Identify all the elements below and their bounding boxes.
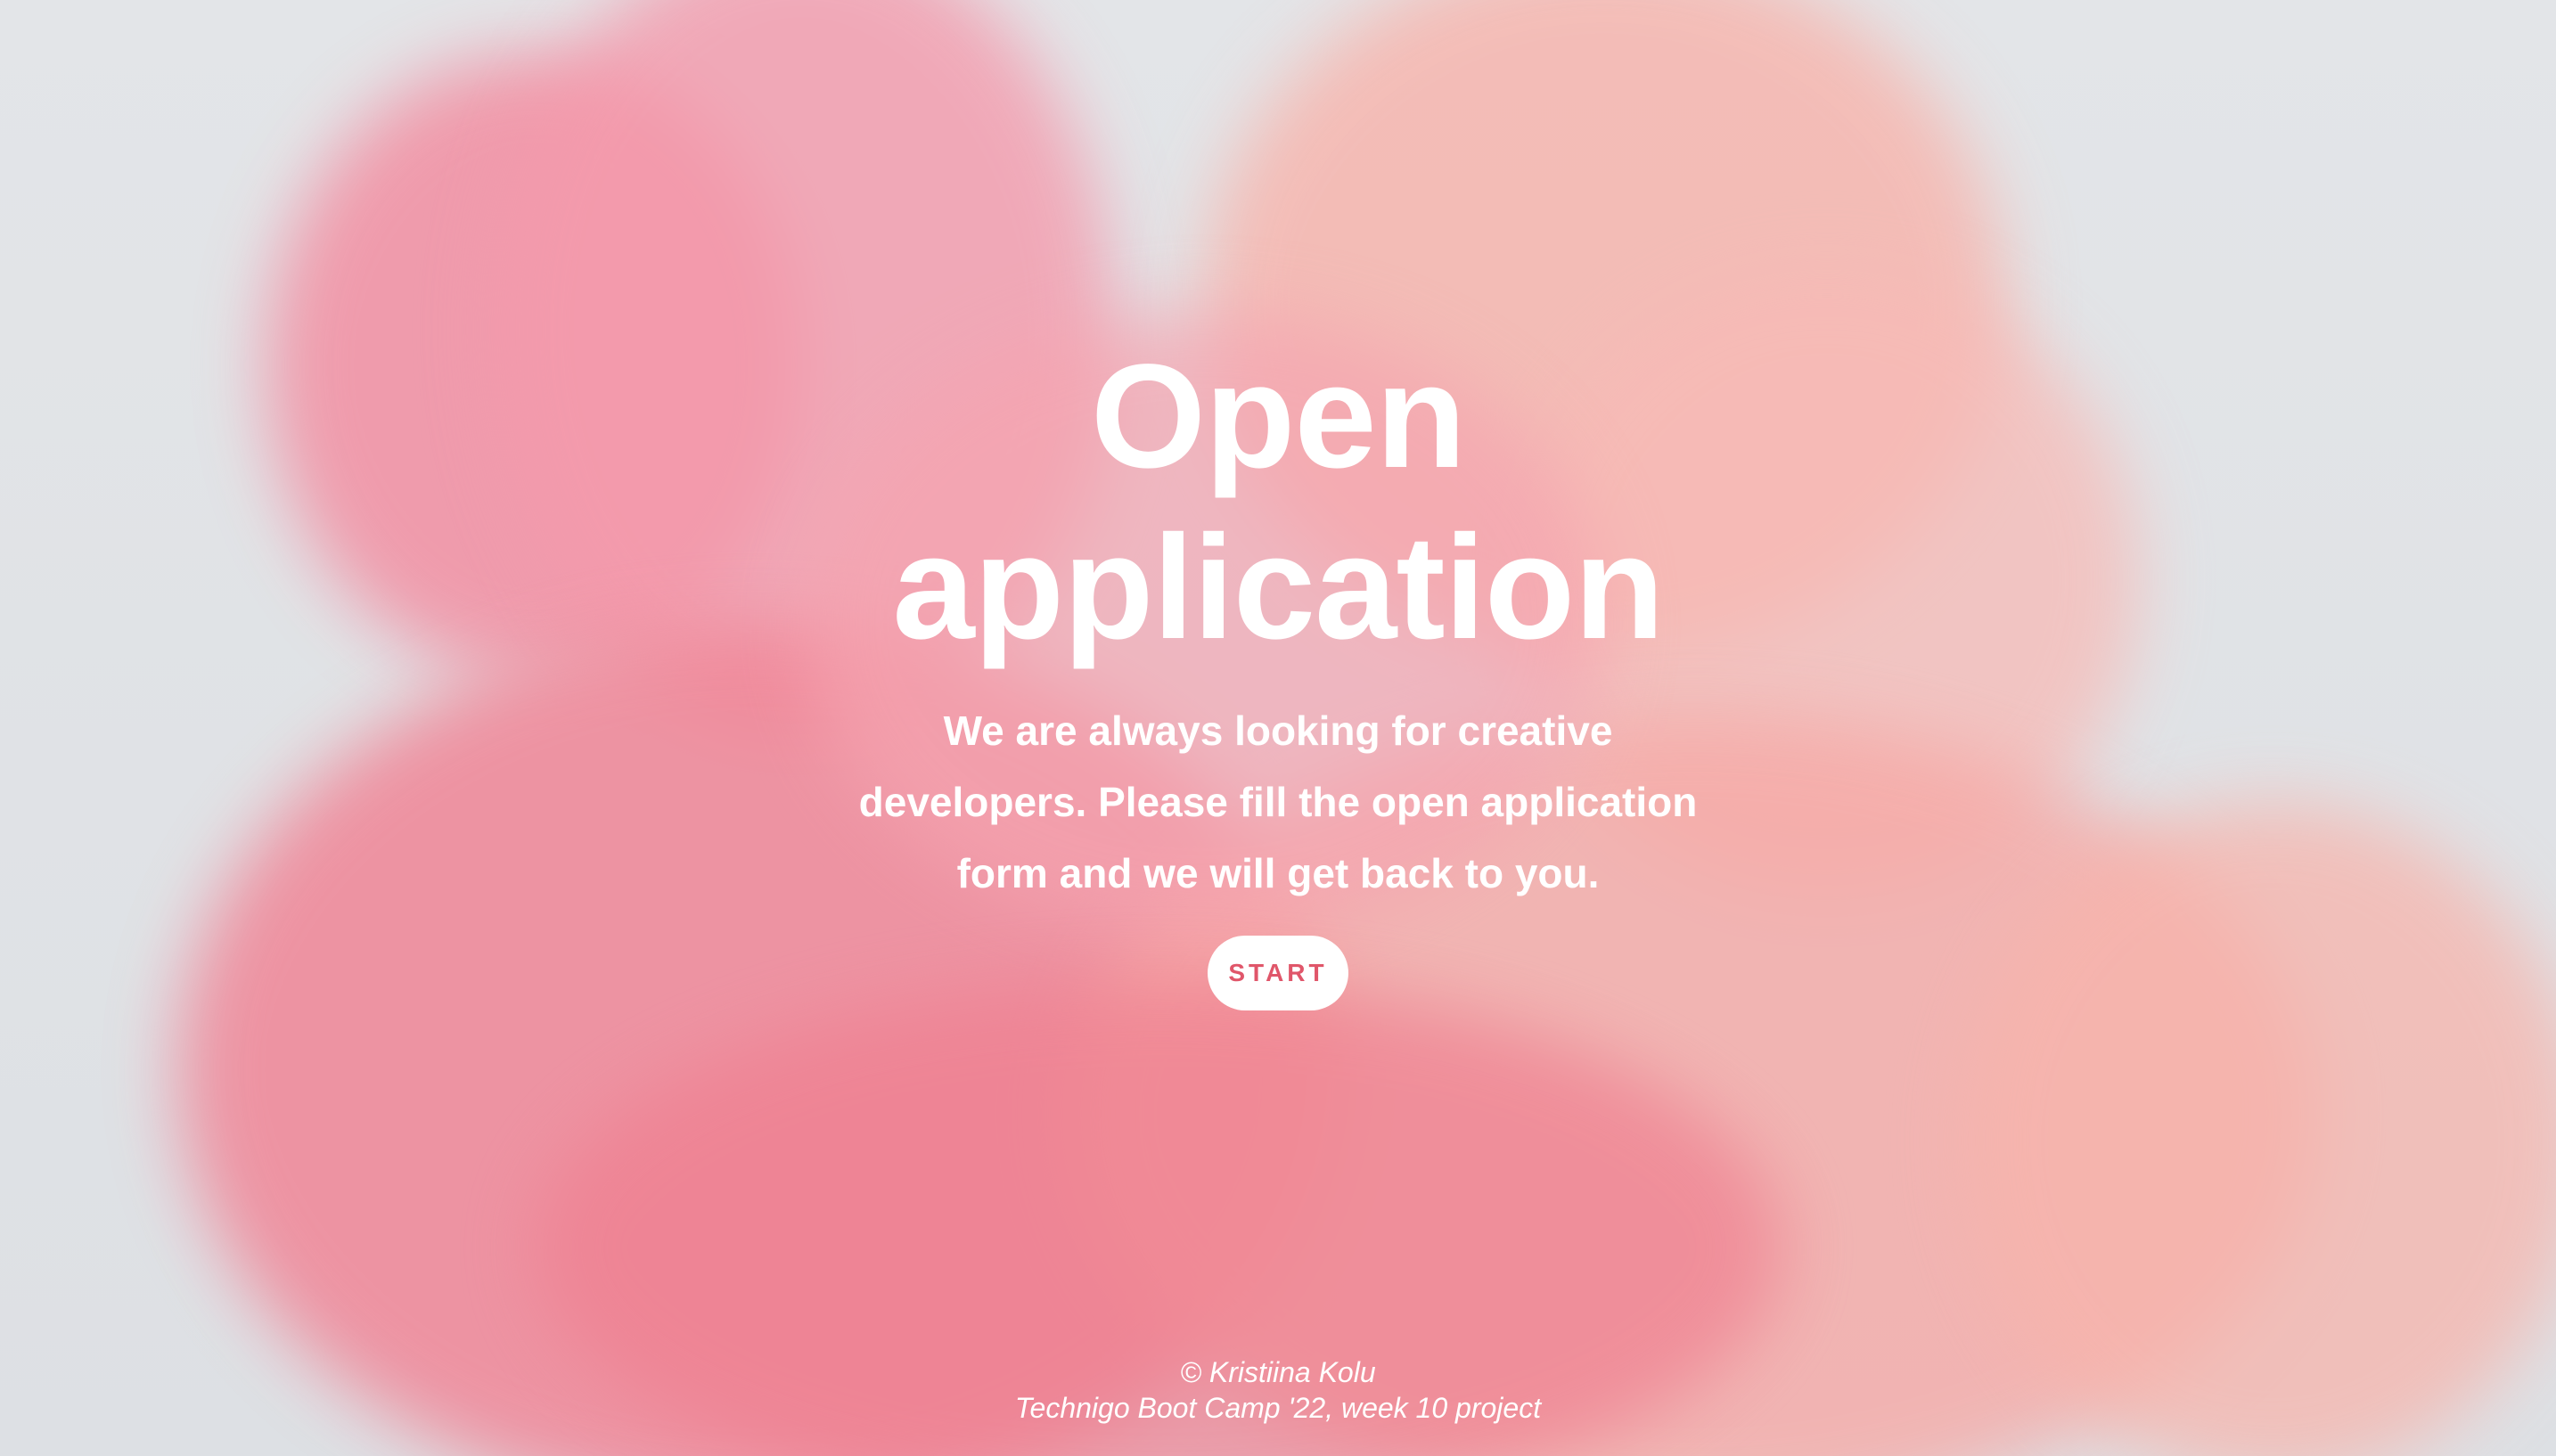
footer: © Kristiina Kolu Technigo Boot Camp '22,… <box>0 1354 2556 1426</box>
title-line-2: application <box>892 505 1664 670</box>
footer-copyright: © Kristiina Kolu <box>1180 1356 1376 1388</box>
footer-project: Technigo Boot Camp '22, week 10 project <box>1014 1392 1542 1424</box>
start-button[interactable]: START <box>1208 936 1348 1010</box>
page-title: Open application <box>0 331 2556 674</box>
hero-section: Open application We are always looking f… <box>0 0 2556 1456</box>
title-line-1: Open <box>1090 334 1466 499</box>
hero-subtitle: We are always looking for creative devel… <box>858 708 1698 896</box>
